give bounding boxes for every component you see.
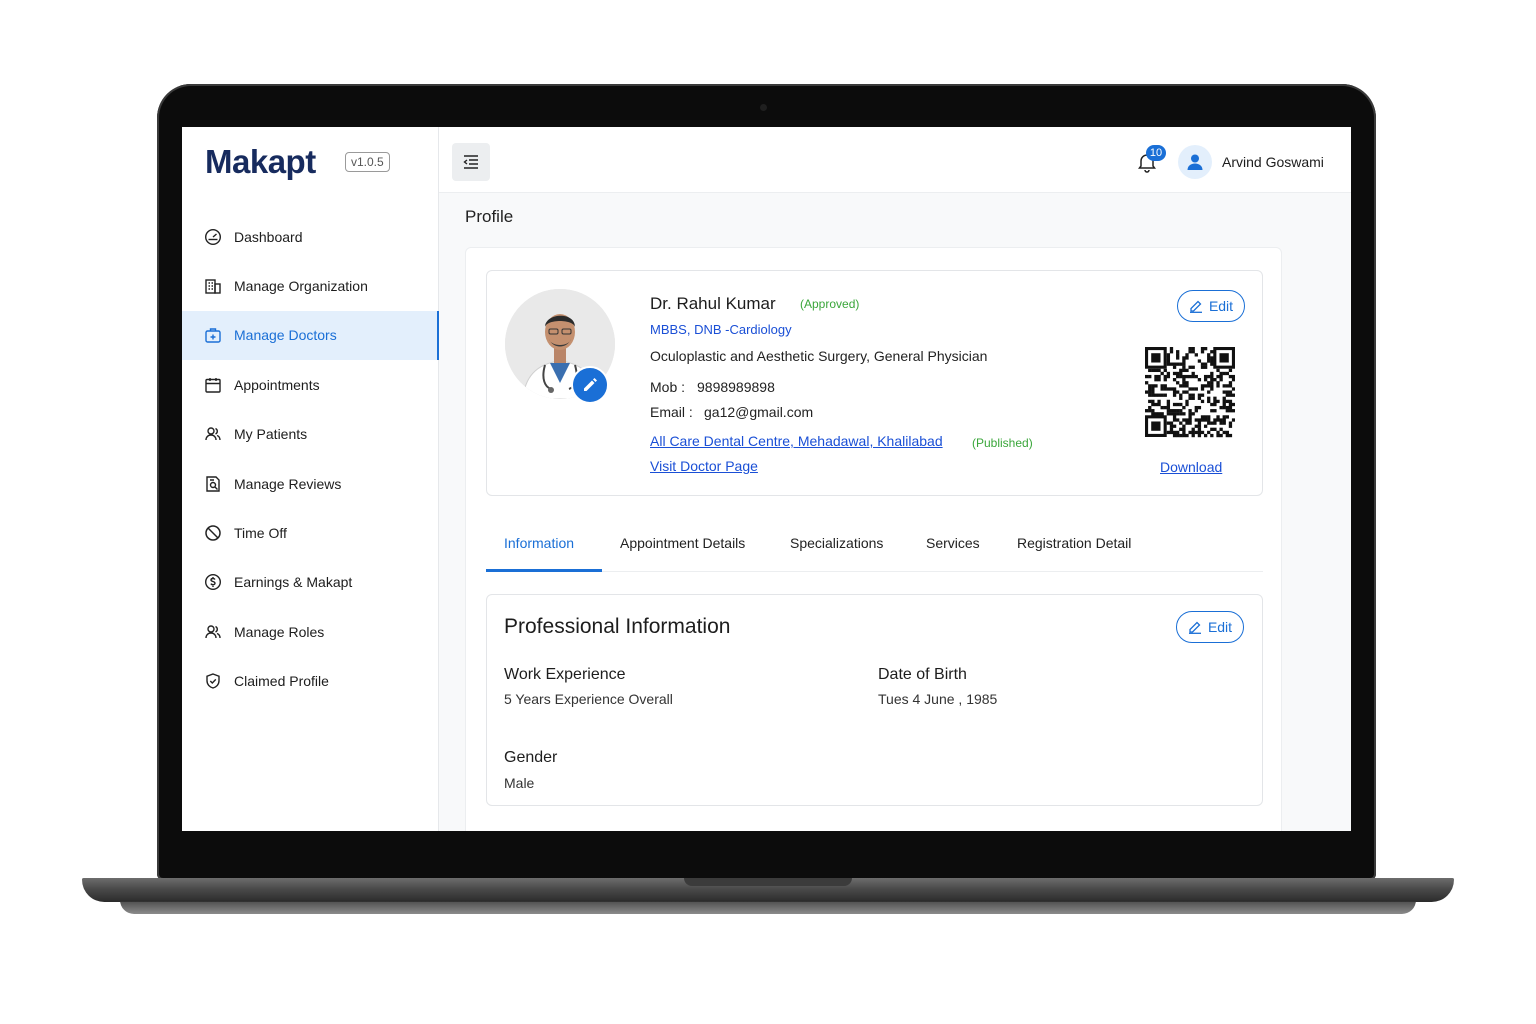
photo-edit-button[interactable] [571, 366, 609, 404]
sidebar-item-label: Claimed Profile [234, 673, 329, 690]
mobile-label: Mob : [650, 379, 686, 395]
sidebar-item-label: Manage Roles [234, 623, 325, 640]
top-bar: 10 Arvind Goswami [439, 127, 1351, 193]
tab-information[interactable]: Information [504, 535, 574, 551]
doctor-qualification: MBBS, DNB -Cardiology [650, 322, 792, 337]
visit-doctor-page-link[interactable]: Visit Doctor Page [650, 458, 758, 474]
clinic-link[interactable]: All Care Dental Centre, Mehadawal, Khali… [650, 433, 943, 449]
calendar-icon [204, 376, 222, 394]
sidebar-item-label: Dashboard [234, 228, 303, 245]
app-logo[interactable]: Makapt [205, 143, 316, 181]
avatar[interactable] [1178, 145, 1212, 179]
date-of-birth-value: Tues 4 June , 1985 [878, 691, 998, 707]
professional-information-card: Professional Information Edit Work Exper… [486, 594, 1263, 806]
tab-appointment-details[interactable]: Appointment Details [620, 535, 745, 551]
sidebar-item-label: My Patients [234, 426, 308, 443]
doctor-profile-card: Dr. Rahul Kumar (Approved) MBBS, DNB -Ca… [486, 270, 1263, 496]
pencil-icon [584, 378, 597, 391]
active-tab-indicator [486, 569, 602, 572]
sidebar-item-earnings[interactable]: Earnings & Makapt [182, 558, 439, 607]
sidebar-item-appointments[interactable]: Appointments [182, 360, 439, 409]
doctor-name: Dr. Rahul Kumar [650, 294, 776, 313]
qr-code-image [1145, 347, 1235, 438]
menu-toggle-button[interactable] [452, 143, 490, 181]
menu-collapse-icon [463, 155, 478, 169]
mobile-number: 9898989898 [697, 379, 775, 395]
date-of-birth-label: Date of Birth [878, 666, 967, 683]
pencil-outline-icon [1188, 621, 1201, 634]
version-badge: v1.0.5 [345, 152, 390, 172]
ban-icon [204, 524, 222, 542]
work-experience-label: Work Experience [504, 666, 626, 683]
sidebar-item-label: Time Off [234, 525, 287, 542]
email-label: Email : [650, 404, 693, 420]
user-name[interactable]: Arvind Goswami [1222, 154, 1324, 170]
sidebar-item-claimed-profile[interactable]: Claimed Profile [182, 657, 439, 706]
users-icon [204, 425, 222, 443]
dashboard-gauge-icon [204, 228, 222, 246]
laptop-base-shadow [120, 900, 1416, 914]
gender-label: Gender [504, 749, 558, 766]
sidebar: Makapt v1.0.5 Dashboard Manage Organizat… [182, 127, 439, 831]
review-document-icon [204, 475, 222, 493]
laptop-camera [760, 104, 767, 111]
section-title: Professional Information [504, 615, 731, 638]
sidebar-item-manage-doctors[interactable]: Manage Doctors [182, 310, 439, 361]
notification-count-badge: 10 [1146, 145, 1166, 161]
edit-button-label: Edit [1208, 298, 1234, 314]
sidebar-nav: Dashboard Manage Organization Manage Doc… [182, 212, 439, 706]
app-screen: Makapt v1.0.5 Dashboard Manage Organizat… [182, 127, 1351, 831]
edit-button-label: Edit [1207, 619, 1233, 635]
dollar-circle-icon [204, 573, 222, 591]
sidebar-item-label: Manage Doctors [234, 327, 337, 344]
qr-download-link[interactable]: Download [1160, 459, 1222, 475]
doctor-speciality: Oculoplastic and Aesthetic Surgery, Gene… [650, 348, 988, 364]
building-icon [204, 277, 222, 295]
medical-briefcase-icon [204, 326, 222, 344]
shield-check-icon [204, 672, 222, 690]
profile-edit-button[interactable]: Edit [1177, 290, 1245, 322]
laptop-notch [684, 878, 852, 886]
sidebar-item-manage-organization[interactable]: Manage Organization [182, 261, 439, 310]
profile-content-card: Dr. Rahul Kumar (Approved) MBBS, DNB -Ca… [465, 247, 1282, 831]
user-roles-icon [204, 623, 222, 641]
gender-value: Male [504, 775, 535, 791]
tab-specializations[interactable]: Specializations [790, 535, 883, 551]
sidebar-item-label: Manage Reviews [234, 475, 342, 492]
sidebar-item-dashboard[interactable]: Dashboard [182, 212, 439, 261]
approval-status: (Approved) [800, 297, 860, 311]
sidebar-item-manage-reviews[interactable]: Manage Reviews [182, 459, 439, 508]
sidebar-item-manage-roles[interactable]: Manage Roles [182, 607, 439, 656]
sidebar-item-time-off[interactable]: Time Off [182, 508, 439, 557]
pencil-outline-icon [1189, 300, 1202, 313]
user-icon [1187, 154, 1203, 170]
page-title: Profile [465, 207, 514, 226]
sidebar-item-label: Manage Organization [234, 278, 368, 295]
tab-registration-detail[interactable]: Registration Detail [1017, 535, 1131, 551]
clinic-publish-status: (Published) [972, 436, 1033, 450]
sidebar-item-label: Appointments [234, 376, 320, 393]
professional-info-edit-button[interactable]: Edit [1176, 611, 1244, 643]
work-experience-value: 5 Years Experience Overall [504, 691, 673, 707]
profile-tabs: Information Appointment Details Speciali… [486, 516, 1263, 572]
email-address: ga12@gmail.com [704, 404, 814, 420]
sidebar-item-my-patients[interactable]: My Patients [182, 410, 439, 459]
tab-services[interactable]: Services [926, 535, 980, 551]
sidebar-item-label: Earnings & Makapt [234, 574, 353, 591]
